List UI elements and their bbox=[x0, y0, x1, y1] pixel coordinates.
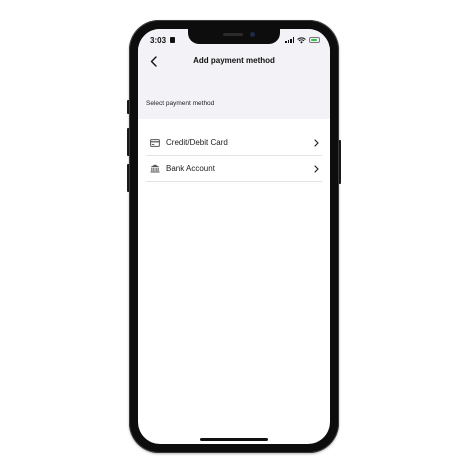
nav-bar: Add payment method bbox=[138, 51, 330, 71]
credit-card-icon bbox=[149, 138, 161, 148]
speaker bbox=[223, 33, 243, 36]
battery-icon bbox=[309, 37, 320, 43]
signal-icon bbox=[285, 37, 294, 43]
chevron-right-icon bbox=[312, 138, 320, 148]
payment-method-bank[interactable]: Bank Account bbox=[146, 156, 322, 182]
payment-method-card[interactable]: Credit/Debit Card bbox=[146, 130, 322, 156]
payment-method-list: Credit/Debit Card Bank Account bbox=[146, 130, 322, 182]
wifi-icon bbox=[297, 37, 306, 43]
notch bbox=[188, 29, 280, 44]
bank-icon bbox=[149, 164, 161, 174]
front-camera bbox=[250, 32, 255, 37]
home-indicator[interactable] bbox=[200, 438, 268, 441]
page-title: Add payment method bbox=[193, 56, 275, 65]
phone-screen: 3:03 Add payment method Select payment m… bbox=[138, 29, 330, 444]
stage: 3:03 Add payment method Select payment m… bbox=[0, 0, 474, 474]
chevron-right-icon bbox=[312, 164, 320, 174]
status-time: 3:03 bbox=[150, 36, 167, 45]
payment-method-label: Bank Account bbox=[166, 164, 215, 173]
payment-method-label: Credit/Debit Card bbox=[166, 138, 228, 147]
status-icons bbox=[285, 36, 320, 44]
person-icon bbox=[170, 37, 175, 43]
section-label: Select payment method bbox=[146, 100, 215, 107]
